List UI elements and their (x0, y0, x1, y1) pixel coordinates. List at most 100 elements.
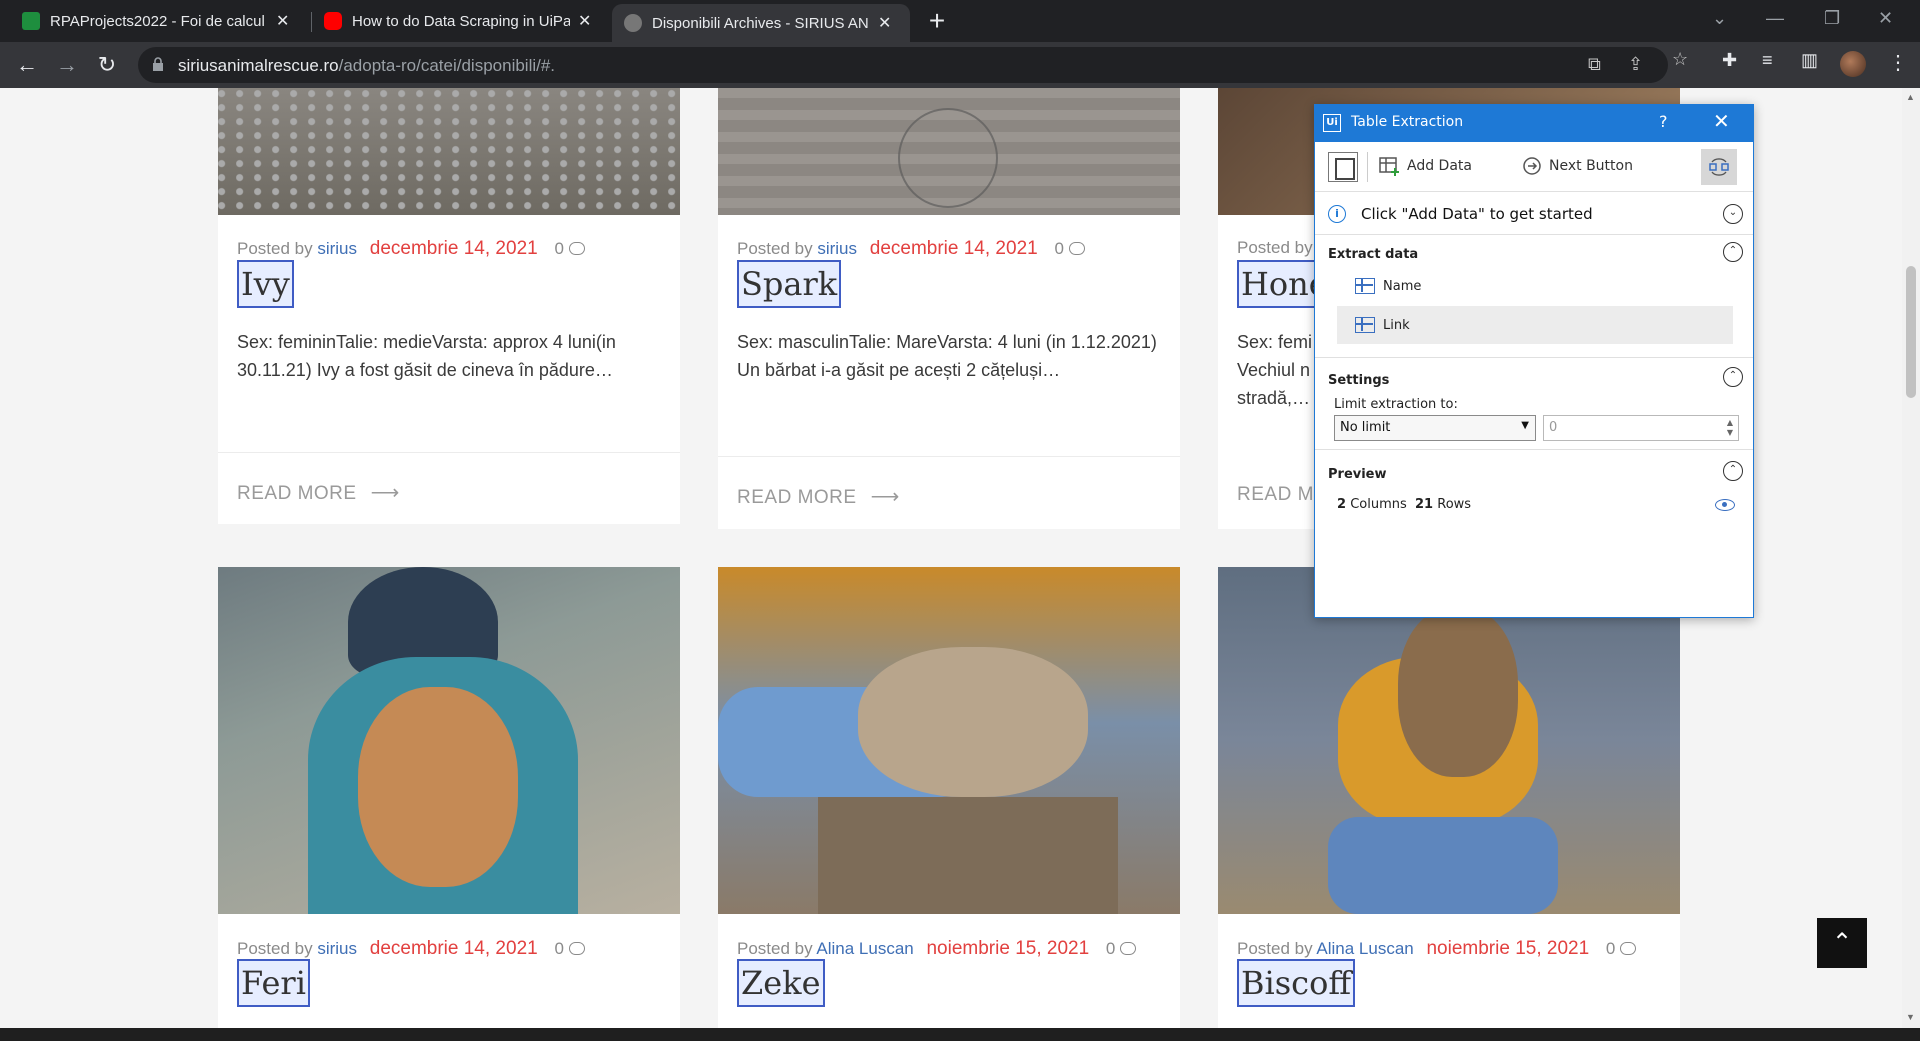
back-to-top-button[interactable]: ⌃ (1817, 918, 1867, 968)
comment-count[interactable]: 0 (1054, 239, 1063, 258)
field-row-link[interactable]: Link (1337, 306, 1733, 344)
limit-select[interactable]: No limit ▼ (1334, 415, 1536, 441)
post-title[interactable]: Feri (237, 959, 310, 1007)
chevron-up-icon[interactable]: ⌃ (1723, 242, 1743, 262)
post-image[interactable] (718, 88, 1180, 215)
forward-icon[interactable]: → (52, 50, 82, 80)
read-more-link[interactable]: READ MORE ⟶ (737, 484, 900, 509)
lock-icon (153, 57, 163, 71)
posted-by-label: Posted by (1237, 939, 1313, 958)
chevron-up-icon[interactable]: ⌃ (1723, 461, 1743, 481)
posted-by-label: Posted by (1237, 238, 1313, 257)
post-date[interactable]: noiembrie 15, 2021 (1426, 938, 1589, 959)
post-date[interactable]: decembrie 14, 2021 (370, 238, 538, 259)
post-title[interactable]: Zeke (737, 959, 825, 1007)
close-icon[interactable]: ✕ (578, 11, 591, 31)
post-title[interactable]: Spark (737, 260, 842, 308)
hint-bar: i Click "Add Data" to get started ⌄ (1315, 193, 1753, 235)
arrow-right-icon: ⟶ (870, 486, 900, 508)
close-icon[interactable]: ✕ (878, 13, 891, 33)
dog-shape (858, 647, 1088, 797)
url-host: siriusanimalrescue.ro (178, 56, 339, 75)
menu-icon[interactable]: ⋮ (1888, 50, 1908, 75)
author-link[interactable]: sirius (317, 939, 357, 958)
youtube-icon (324, 12, 342, 30)
post-meta: Posted by Alina Luscan noiembrie 15, 202… (737, 938, 1137, 960)
toolbar: ← → ↻ siriusanimalrescue.ro/adopta-ro/ca… (0, 42, 1920, 88)
address-bar[interactable]: siriusanimalrescue.ro/adopta-ro/catei/di… (138, 47, 1668, 83)
section-divider (1315, 357, 1753, 358)
limit-count-stepper[interactable]: 0 ▲ ▼ (1543, 415, 1739, 441)
field-row-name[interactable]: Name (1337, 267, 1733, 305)
dialog-toolbar: Add Data Next Button (1315, 142, 1753, 192)
dog-shape (358, 687, 518, 887)
comment-count[interactable]: 0 (1106, 939, 1115, 958)
tab-sheets[interactable]: RPAProjects2022 - Foi de calcul G ✕ (10, 0, 301, 42)
post-image[interactable] (1218, 567, 1680, 914)
post-meta: Posted by sirius decembrie 14, 2021 0 (237, 938, 585, 960)
post-title[interactable]: Biscoff (1237, 959, 1356, 1007)
post-image[interactable] (218, 88, 680, 215)
author-link[interactable]: Alina Luscan (1316, 939, 1413, 958)
page-scrollbar[interactable]: ▲ ▼ (1902, 88, 1920, 1028)
post-date[interactable]: decembrie 14, 2021 (370, 938, 538, 959)
restore-button[interactable]: ❐ (1824, 8, 1840, 29)
save-icon[interactable] (1328, 152, 1358, 182)
post-date[interactable]: noiembrie 15, 2021 (926, 938, 1089, 959)
post-title[interactable]: Ivy (237, 260, 294, 308)
comment-count[interactable]: 0 (1606, 939, 1615, 958)
info-icon: i (1328, 205, 1346, 223)
tab-title: RPAProjects2022 - Foi de calcul G (50, 12, 268, 30)
chevron-down-icon[interactable]: ⌄ (1723, 204, 1743, 224)
side-panel-icon[interactable]: ▥ (1801, 50, 1818, 71)
help-button[interactable]: ? (1659, 112, 1668, 131)
correlated-data-button[interactable] (1701, 149, 1737, 185)
translate-icon[interactable]: ⧉ (1588, 54, 1601, 75)
tab-youtube[interactable]: How to do Data Scraping in UiPa ✕ (312, 0, 603, 42)
media-icon[interactable]: ≡ (1762, 50, 1773, 71)
comment-icon (568, 242, 585, 255)
tab-search-icon[interactable]: ⌄ (1712, 8, 1727, 29)
close-window-button[interactable]: ✕ (1878, 8, 1893, 29)
minimize-button[interactable]: — (1766, 8, 1784, 29)
read-more-link[interactable]: READ MORE ⟶ (237, 480, 400, 505)
read-more-label: READ MORE (737, 487, 857, 508)
comment-count[interactable]: 0 (554, 939, 563, 958)
close-icon[interactable]: ✕ (276, 11, 289, 31)
author-link[interactable]: sirius (817, 239, 857, 258)
tab-sirius[interactable]: Disponibili Archives - SIRIUS ANI ✕ (612, 4, 910, 42)
tab-title: How to do Data Scraping in UiPa (352, 12, 570, 30)
comment-icon (1620, 942, 1637, 955)
extensions-icon[interactable]: ✚ (1722, 50, 1737, 71)
divider (218, 452, 680, 453)
post-image[interactable] (718, 567, 1180, 914)
extract-data-heading: Extract data (1328, 247, 1419, 262)
next-button-icon (1523, 157, 1541, 175)
scroll-up-icon[interactable]: ▲ (1906, 92, 1915, 102)
next-button-button[interactable]: Next Button (1521, 156, 1633, 176)
reload-icon[interactable]: ↻ (92, 50, 122, 80)
author-link[interactable]: Alina Luscan (816, 939, 913, 958)
chevron-up-icon[interactable]: ⌃ (1723, 367, 1743, 387)
bookmark-star-icon[interactable]: ☆ (1672, 49, 1688, 70)
share-icon[interactable]: ⇪ (1628, 54, 1643, 75)
comment-count[interactable]: 0 (554, 239, 563, 258)
post-date[interactable]: decembrie 14, 2021 (870, 238, 1038, 259)
post-excerpt: Sex: femi Vechiul n stradă,… (1237, 332, 1313, 408)
post-excerpt: Sex: femininTalie: medieVarsta: approx 4… (237, 332, 616, 380)
scroll-down-icon[interactable]: ▼ (1906, 1012, 1915, 1022)
author-link[interactable]: sirius (317, 239, 357, 258)
section-divider (1315, 449, 1753, 450)
stepper-arrows-icon[interactable]: ▲ ▼ (1727, 418, 1733, 438)
post-image[interactable] (218, 567, 680, 914)
url-text: siriusanimalrescue.ro/adopta-ro/catei/di… (178, 56, 555, 76)
post-meta: Posted by sirius decembrie 14, 2021 0 (237, 238, 585, 260)
dialog-titlebar[interactable]: Ui Table Extraction ? ✕ (1315, 105, 1753, 142)
close-icon[interactable]: ✕ (1713, 109, 1730, 133)
new-tab-button[interactable]: + (922, 6, 952, 36)
add-data-button[interactable]: Add Data (1379, 156, 1472, 176)
back-icon[interactable]: ← (12, 50, 42, 80)
eye-icon[interactable] (1715, 499, 1735, 511)
scroll-thumb[interactable] (1906, 266, 1916, 398)
avatar[interactable] (1840, 51, 1866, 77)
